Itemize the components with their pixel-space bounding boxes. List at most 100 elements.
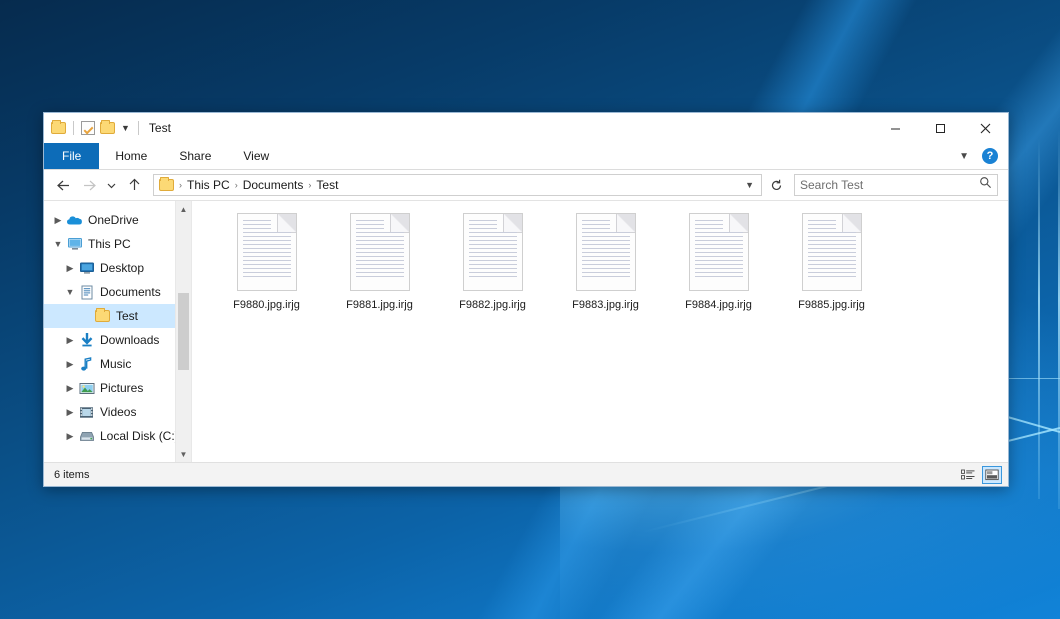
minimize-button[interactable] — [873, 113, 918, 143]
file-item[interactable]: F9881.jpg.irjg — [323, 211, 436, 311]
onedrive-cloud-icon — [66, 212, 83, 228]
sidebar-item-desktop[interactable]: ▶ Desktop — [44, 256, 191, 280]
document-lines — [695, 220, 743, 277]
downloads-icon — [78, 332, 95, 348]
document-lines — [356, 220, 404, 277]
tab-share[interactable]: Share — [163, 143, 227, 169]
file-item[interactable]: F9880.jpg.irjg — [210, 211, 323, 311]
chevron-down-icon[interactable]: ▼ — [955, 151, 973, 162]
twisty-collapsed-icon[interactable]: ▶ — [62, 407, 78, 418]
sidebar-item-pictures[interactable]: ▶ Pictures — [44, 376, 191, 400]
file-item[interactable]: F9882.jpg.irjg — [436, 211, 549, 311]
title-bar[interactable]: ▼ Test — [44, 113, 1008, 143]
this-pc-icon — [66, 236, 83, 252]
view-mode-buttons — [958, 466, 1002, 484]
breadcrumb-folder-icon[interactable] — [159, 179, 174, 191]
sidebar-item-documents[interactable]: ▼ Documents — [44, 280, 191, 304]
wallpaper-bar-2 — [1038, 139, 1040, 499]
sidebar-item-test[interactable]: ▶ Test — [44, 304, 191, 328]
details-view-button[interactable] — [958, 466, 978, 484]
ribbon-right-controls: ▼ ? — [955, 143, 1008, 169]
close-button[interactable] — [963, 113, 1008, 143]
file-grid: F9880.jpg.irjg F9881.jpg.irjg — [210, 211, 1008, 311]
search-icon[interactable] — [979, 176, 992, 194]
breadcrumb-item-documents[interactable]: Documents — [239, 178, 308, 192]
sidebar-item-label: OneDrive — [88, 213, 139, 227]
folder-icon — [94, 308, 111, 324]
sidebar-item-this-pc[interactable]: ▼ This PC — [44, 232, 191, 256]
twisty-collapsed-icon[interactable]: ▶ — [50, 215, 66, 226]
qat-divider-2 — [138, 121, 139, 135]
document-lines — [469, 220, 517, 277]
status-bar: 6 items — [44, 462, 1008, 486]
up-button[interactable] — [121, 173, 147, 197]
scroll-down-icon[interactable]: ▼ — [176, 446, 191, 462]
breadcrumb[interactable]: › This PC › Documents › Test ▼ — [153, 174, 762, 196]
sidebar-item-local-disk-c[interactable]: ▶ Local Disk (C:) — [44, 424, 191, 448]
breadcrumb-item-test[interactable]: Test — [312, 178, 342, 192]
help-icon[interactable]: ? — [982, 148, 998, 164]
new-folder-icon[interactable] — [100, 122, 115, 134]
pictures-icon — [78, 380, 95, 396]
file-list-pane[interactable]: F9880.jpg.irjg F9881.jpg.irjg — [192, 201, 1008, 462]
sidebar-item-videos[interactable]: ▶ Videos — [44, 400, 191, 424]
window-body: ▶ OneDrive ▼ — [44, 200, 1008, 462]
file-name-label: F9884.jpg.irjg — [685, 299, 752, 311]
forward-button[interactable] — [76, 173, 102, 197]
twisty-collapsed-icon[interactable]: ▶ — [62, 263, 78, 274]
documents-icon — [78, 284, 95, 300]
tab-file[interactable]: File — [44, 143, 99, 169]
twisty-expanded-icon[interactable]: ▼ — [62, 287, 78, 297]
twisty-expanded-icon[interactable]: ▼ — [50, 239, 66, 249]
properties-icon[interactable] — [81, 121, 95, 135]
twisty-collapsed-icon[interactable]: ▶ — [62, 431, 78, 442]
item-count-label: 6 items — [54, 469, 89, 481]
sidebar-item-label: Music — [100, 357, 131, 371]
twisty-none-icon: ▶ — [78, 311, 94, 322]
folder-icon[interactable] — [51, 122, 66, 134]
file-item[interactable]: F9883.jpg.irjg — [549, 211, 662, 311]
sidebar-item-label: Documents — [100, 285, 161, 299]
large-icons-view-button[interactable] — [982, 466, 1002, 484]
quick-access-toolbar: ▼ — [44, 121, 141, 135]
file-item[interactable]: F9885.jpg.irjg — [775, 211, 888, 311]
scroll-up-icon[interactable]: ▲ — [176, 201, 191, 217]
sidebar-item-onedrive[interactable]: ▶ OneDrive — [44, 208, 191, 232]
sidebar-item-label: Pictures — [100, 381, 143, 395]
sidebar-item-label: Downloads — [100, 333, 159, 347]
customize-caret-icon[interactable]: ▼ — [120, 124, 131, 133]
refresh-button[interactable] — [764, 174, 788, 196]
scrollbar-thumb[interactable] — [178, 293, 189, 371]
generic-document-icon — [350, 213, 410, 291]
breadcrumb-dropdown-icon[interactable]: ▼ — [740, 180, 759, 190]
sidebar-item-downloads[interactable]: ▶ Downloads — [44, 328, 191, 352]
twisty-collapsed-icon[interactable]: ▶ — [62, 335, 78, 346]
sidebar-scrollbar[interactable]: ▲ ▼ — [175, 201, 191, 462]
document-lines — [808, 220, 856, 277]
breadcrumb-item-this-pc[interactable]: This PC — [183, 178, 234, 192]
twisty-collapsed-icon[interactable]: ▶ — [62, 359, 78, 370]
tab-home[interactable]: Home — [99, 143, 163, 169]
file-explorer-window: ▼ Test File Home Share View ▼ ? — [43, 112, 1009, 487]
maximize-button[interactable] — [918, 113, 963, 143]
twisty-collapsed-icon[interactable]: ▶ — [62, 383, 78, 394]
search-input[interactable]: Search Test — [794, 174, 998, 196]
back-button[interactable] — [50, 173, 76, 197]
sidebar-item-label: Videos — [100, 405, 136, 419]
recent-locations-button[interactable] — [102, 173, 121, 197]
sidebar-item-music[interactable]: ▶ Music — [44, 352, 191, 376]
folder-tree: ▶ OneDrive ▼ — [44, 201, 191, 448]
sidebar-item-label: This PC — [88, 237, 131, 251]
tab-view[interactable]: View — [227, 143, 285, 169]
music-icon — [78, 356, 95, 372]
generic-document-icon — [802, 213, 862, 291]
file-name-label: F9882.jpg.irjg — [459, 299, 526, 311]
search-placeholder: Search Test — [800, 178, 979, 192]
qat-divider-1 — [73, 121, 74, 135]
scrollbar-track[interactable] — [176, 217, 191, 446]
file-item[interactable]: F9884.jpg.irjg — [662, 211, 775, 311]
file-name-label: F9880.jpg.irjg — [233, 299, 300, 311]
file-name-label: F9885.jpg.irjg — [798, 299, 865, 311]
sidebar-item-label: Desktop — [100, 261, 144, 275]
window-title: Test — [149, 121, 171, 135]
